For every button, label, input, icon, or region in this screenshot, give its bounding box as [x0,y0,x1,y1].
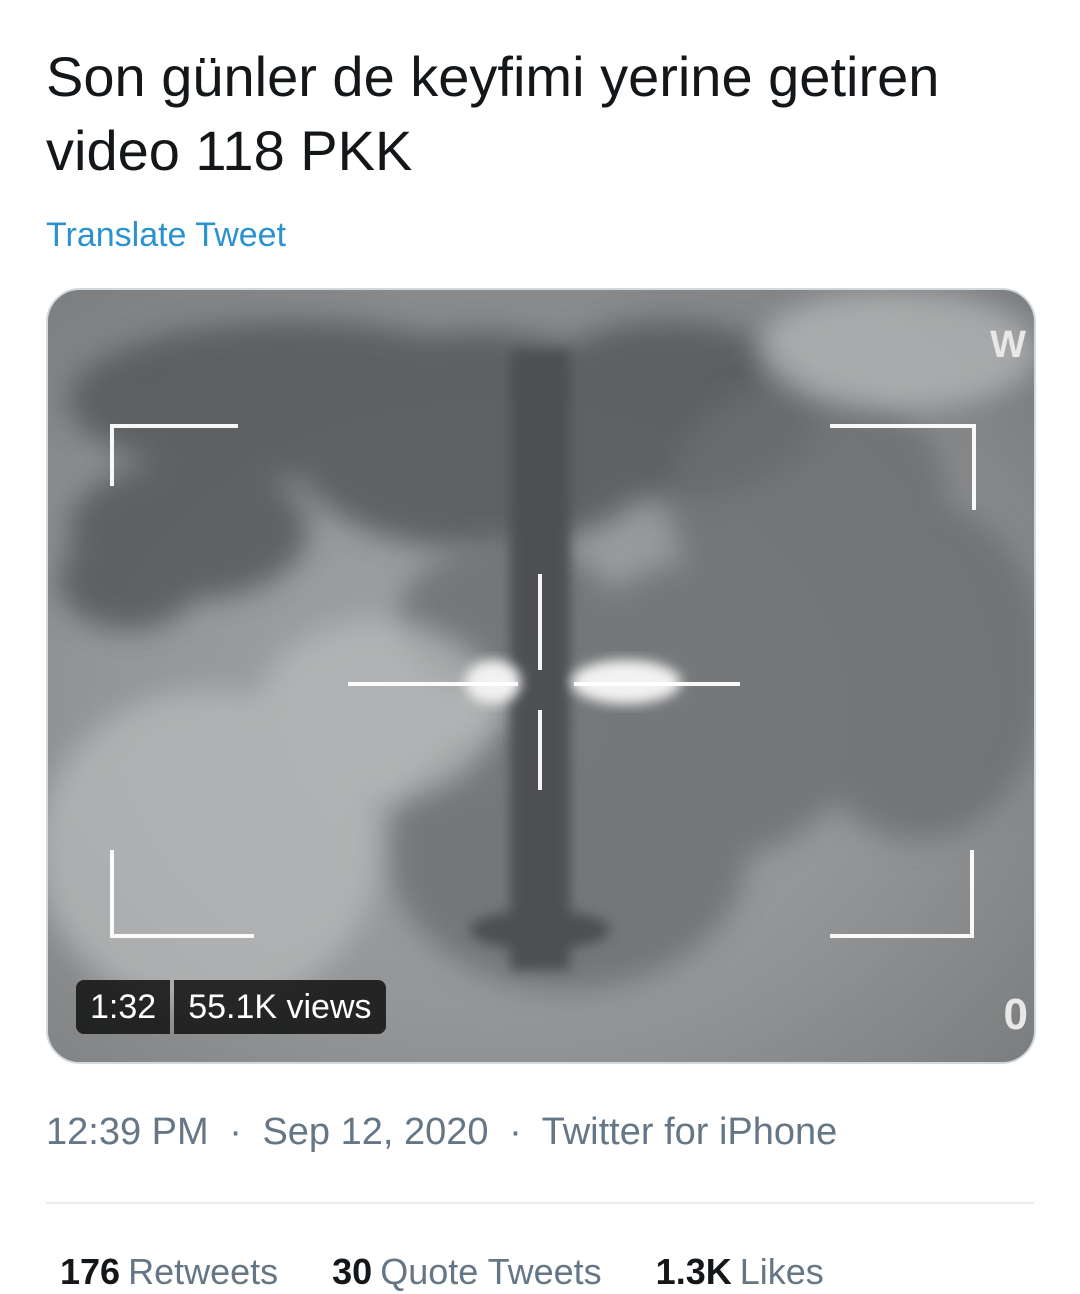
retweets-label: Retweets [128,1251,279,1292]
video-views: 55.1K views [174,980,386,1034]
retweets-count: 176 [60,1251,121,1292]
tweet-stats: 176 Retweets 30 Quote Tweets 1.3K Likes [60,1250,824,1294]
video-overlay-glyph-bottom-right: 0 [1003,990,1028,1039]
likes-label: Likes [739,1251,824,1292]
video-info-badge: 1:32 55.1K views [76,980,386,1034]
tweet-source[interactable]: Twitter for iPhone [542,1111,838,1153]
video-duration: 1:32 [76,980,171,1034]
likes-count: 1.3K [655,1251,732,1292]
tweet-text: Son günler de keyfimi yerine getiren vid… [46,40,1046,188]
divider [46,1202,1034,1204]
video-player[interactable]: W 0 1:32 55.1K views [46,288,1036,1064]
tweet-meta: 12:39 PM · Sep 12, 2020 · Twitter for iP… [46,1108,837,1156]
video-overlay-glyph-top-right: W [990,324,1026,366]
video-thumbnail [48,290,1034,1062]
tweet-time[interactable]: 12:39 PM [46,1111,209,1153]
quote-tweets-stat[interactable]: 30 Quote Tweets [332,1250,602,1294]
tweet-text-line-1: Son günler de keyfimi yerine getiren [46,45,940,108]
tweet-date[interactable]: Sep 12, 2020 [262,1111,488,1153]
meta-separator: · [509,1111,522,1153]
meta-separator: · [229,1111,242,1153]
quote-tweets-label: Quote Tweets [380,1251,602,1292]
tweet-text-line-2: video 118 PKK [46,119,413,182]
quote-tweets-count: 30 [332,1251,373,1292]
likes-stat[interactable]: 1.3K Likes [656,1250,824,1294]
translate-tweet-link[interactable]: Translate Tweet [46,214,286,256]
retweets-stat[interactable]: 176 Retweets [60,1250,278,1294]
